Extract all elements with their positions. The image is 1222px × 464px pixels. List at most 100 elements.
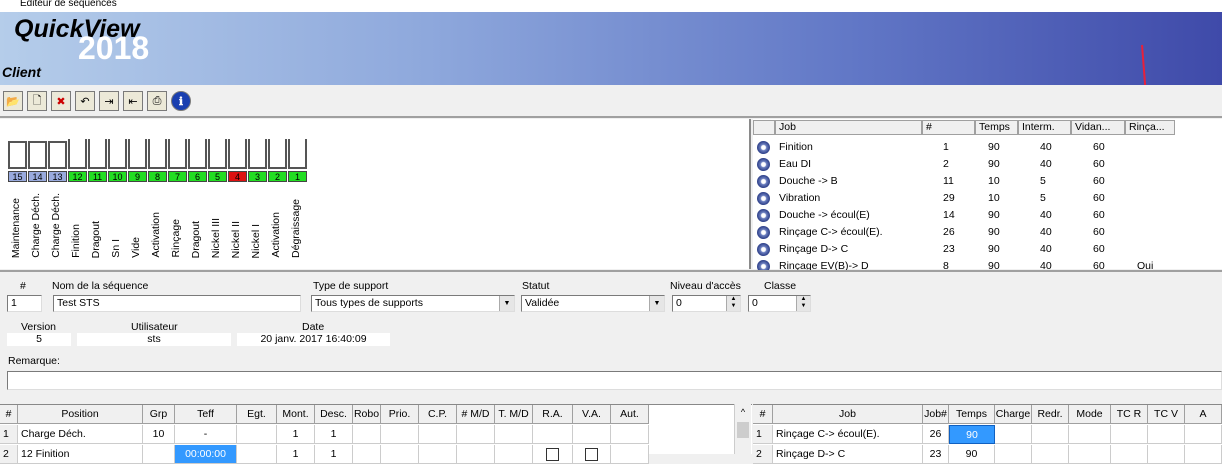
position-job-cell[interactable] xyxy=(995,425,1032,444)
position-cell[interactable]: 1 xyxy=(315,425,353,444)
position-job-cell[interactable]: Rinçage D-> C xyxy=(773,445,923,464)
position-cell[interactable] xyxy=(419,425,457,444)
positions-column-header[interactable]: Aut. xyxy=(611,405,649,424)
job-column-header[interactable]: Interm. xyxy=(1018,120,1071,135)
new-document-icon[interactable]: 🗋 xyxy=(27,91,47,111)
scroll-up-icon[interactable]: ^ xyxy=(735,404,751,421)
positions-column-header[interactable]: R.A. xyxy=(533,405,573,424)
position-job-cell[interactable] xyxy=(1185,445,1222,464)
job-list-item[interactable]: Rinçage C-> écoul(E). 26 90 40 60 xyxy=(753,224,1222,241)
print-icon[interactable]: ⎙ xyxy=(147,91,167,111)
job-list-item[interactable]: Douche -> B 11 10 5 60 xyxy=(753,173,1222,190)
positions-column-header[interactable]: Robo xyxy=(353,405,381,424)
remark-field[interactable] xyxy=(7,371,1222,390)
position-jobs-column-header[interactable]: TC V xyxy=(1148,405,1185,424)
position-job-cell[interactable] xyxy=(1111,425,1148,444)
class-spinner[interactable]: 0 ▲ ▼ xyxy=(748,295,811,312)
job-column-header[interactable]: Temps xyxy=(975,120,1018,135)
job-time-cell[interactable]: 90 xyxy=(949,425,995,444)
ra-checkbox[interactable] xyxy=(546,448,559,461)
tank-4[interactable] xyxy=(228,139,247,169)
tank-8[interactable] xyxy=(148,139,167,169)
position-jobs-column-header[interactable]: Redr. xyxy=(1032,405,1069,424)
position-cell[interactable]: 1 xyxy=(315,445,353,464)
position-jobs-column-header[interactable]: Charge xyxy=(995,405,1032,424)
position-cell[interactable] xyxy=(353,425,381,444)
open-folder-icon[interactable]: 📂 xyxy=(3,91,23,111)
tank-13[interactable] xyxy=(48,141,67,169)
tank-9[interactable] xyxy=(128,139,147,169)
position-jobs-column-header[interactable]: A xyxy=(1185,405,1222,424)
position-jobs-column-header[interactable]: Job# xyxy=(923,405,949,424)
position-job-cell[interactable] xyxy=(1032,445,1069,464)
positions-column-header[interactable]: # M/D xyxy=(457,405,495,424)
positions-column-header[interactable]: Prio. xyxy=(381,405,419,424)
positions-column-header[interactable]: Teff xyxy=(175,405,237,424)
position-job-cell[interactable]: 23 xyxy=(923,445,949,464)
teff-cell[interactable]: - xyxy=(175,425,237,444)
position-job-cell[interactable] xyxy=(1032,425,1069,444)
position-cell[interactable]: 1 xyxy=(277,445,315,464)
position-cell[interactable] xyxy=(381,445,419,464)
position-jobs-column-header[interactable]: Temps xyxy=(949,405,995,424)
tank-10[interactable] xyxy=(108,139,127,169)
positions-column-header[interactable]: C.P. xyxy=(419,405,457,424)
position-cell[interactable]: 12 Finition xyxy=(18,445,143,464)
positions-column-header[interactable]: Position xyxy=(18,405,143,424)
position-job-cell[interactable] xyxy=(1148,425,1185,444)
positions-column-header[interactable]: Grp xyxy=(143,405,175,424)
job-list-item[interactable]: Rinçage D-> C 23 90 40 60 xyxy=(753,241,1222,258)
tank-5[interactable] xyxy=(208,139,227,169)
position-job-cell[interactable]: Rinçage C-> écoul(E). xyxy=(773,425,923,444)
position-job-cell[interactable]: 26 xyxy=(923,425,949,444)
tank-7[interactable] xyxy=(168,139,187,169)
tank-11[interactable] xyxy=(88,139,107,169)
position-jobs-column-header[interactable]: # xyxy=(753,405,773,424)
job-column-header[interactable]: Rinça... xyxy=(1125,120,1175,135)
tank-3[interactable] xyxy=(248,139,267,169)
tank-2[interactable] xyxy=(268,139,287,169)
position-job-cell[interactable] xyxy=(1069,445,1111,464)
teff-cell[interactable]: 00:00:00 xyxy=(175,445,237,464)
position-cell[interactable] xyxy=(573,425,611,444)
chevron-down-icon[interactable]: ▼ xyxy=(649,296,664,311)
position-cell[interactable] xyxy=(611,445,649,464)
export-icon[interactable]: ⇥ xyxy=(99,91,119,111)
position-cell[interactable] xyxy=(457,425,495,444)
tank-14[interactable] xyxy=(28,141,47,169)
position-job-cell[interactable] xyxy=(1111,445,1148,464)
position-cell[interactable] xyxy=(237,425,277,444)
positions-column-header[interactable]: Egt. xyxy=(237,405,277,424)
tank-6[interactable] xyxy=(188,139,207,169)
undo-icon[interactable]: ↶ xyxy=(75,91,95,111)
position-jobs-column-header[interactable]: TC R xyxy=(1111,405,1148,424)
tank-1[interactable] xyxy=(288,139,307,169)
job-column-header[interactable]: # xyxy=(922,120,975,135)
positions-scrollbar[interactable]: ^ xyxy=(734,404,751,454)
position-cell[interactable] xyxy=(237,445,277,464)
job-column-header[interactable]: Job xyxy=(775,120,922,135)
position-job-cell[interactable] xyxy=(1185,425,1222,444)
position-cell[interactable]: 1 xyxy=(277,425,315,444)
position-cell[interactable] xyxy=(495,425,533,444)
job-time-cell[interactable]: 90 xyxy=(949,445,995,464)
position-cell[interactable] xyxy=(457,445,495,464)
job-list-item[interactable]: Vibration 29 10 5 60 xyxy=(753,190,1222,207)
chevron-down-icon[interactable]: ▼ xyxy=(499,296,514,311)
sequence-name-field[interactable]: Test STS xyxy=(53,295,301,312)
va-checkbox[interactable] xyxy=(585,448,598,461)
job-list-item[interactable]: Finition 1 90 40 60 xyxy=(753,139,1222,156)
tank-15[interactable] xyxy=(8,141,27,169)
support-type-select[interactable]: Tous types de supports ▼ xyxy=(311,295,515,312)
position-job-cell[interactable] xyxy=(1148,445,1185,464)
positions-column-header[interactable]: Desc. xyxy=(315,405,353,424)
position-job-cell[interactable] xyxy=(1069,425,1111,444)
position-cell[interactable] xyxy=(381,425,419,444)
sequence-number-field[interactable]: 1 xyxy=(7,295,42,312)
position-cell[interactable]: 10 xyxy=(143,425,175,444)
import-icon[interactable]: ⇤ xyxy=(123,91,143,111)
position-cell[interactable] xyxy=(495,445,533,464)
position-cell[interactable] xyxy=(143,445,175,464)
position-jobs-column-header[interactable]: Mode xyxy=(1069,405,1111,424)
positions-column-header[interactable]: Mont. xyxy=(277,405,315,424)
